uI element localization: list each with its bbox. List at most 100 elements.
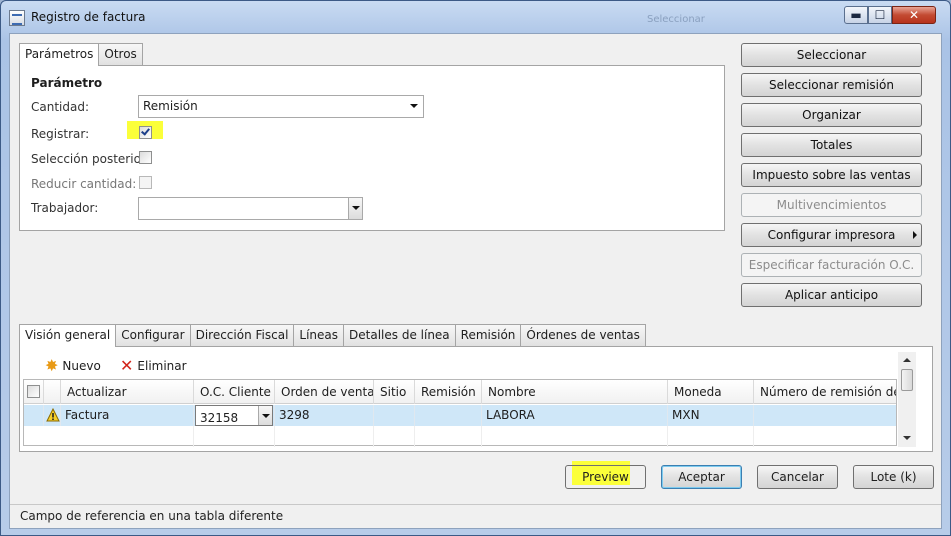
chevron-down-icon bbox=[410, 104, 418, 108]
column-header-numero-remision[interactable]: Número de remisión del c bbox=[754, 380, 896, 404]
maximize-button[interactable]: ☐ bbox=[868, 6, 892, 24]
seleccion-posterior-checkbox[interactable] bbox=[139, 151, 152, 164]
select-all-checkbox[interactable] bbox=[27, 385, 40, 398]
grid-vertical-scrollbar[interactable] bbox=[898, 352, 916, 447]
cantidad-value: Remisión bbox=[143, 99, 198, 113]
column-header-sitio[interactable]: Sitio bbox=[374, 380, 415, 404]
new-button[interactable]: ✸ Nuevo bbox=[45, 358, 101, 374]
warning-icon bbox=[44, 405, 61, 426]
impuesto-ventas-button[interactable]: Impuesto sobre las ventas bbox=[741, 163, 922, 187]
dialog-client-area: Parámetros Otros Parámetro Cantidad: Rem… bbox=[9, 33, 942, 529]
empty-cell bbox=[374, 426, 415, 447]
scroll-up-icon[interactable] bbox=[903, 358, 911, 362]
status-bar: Campo de referencia en una tabla diferen… bbox=[10, 504, 941, 528]
seleccionar-remision-button[interactable]: Seleccionar remisión bbox=[741, 73, 922, 97]
configurar-impresora-button[interactable]: Configurar impresora bbox=[741, 223, 922, 247]
table-row[interactable]: Factura 32158 3298 LABORA MXN bbox=[24, 405, 896, 426]
close-icon: ✕ bbox=[908, 8, 920, 22]
tab-vision-general[interactable]: Visión general bbox=[19, 324, 117, 347]
scroll-thumb[interactable] bbox=[901, 369, 913, 391]
column-header-nombre[interactable]: Nombre bbox=[482, 380, 668, 404]
cell-orden-venta[interactable]: 3298 bbox=[275, 405, 374, 426]
cell-numero-remision[interactable] bbox=[754, 405, 896, 426]
trabajador-select[interactable] bbox=[138, 197, 363, 220]
cancel-button[interactable]: Cancelar bbox=[757, 465, 838, 489]
tab-remision[interactable]: Remisión bbox=[454, 324, 522, 346]
background-title-text: Seleccionar bbox=[647, 14, 705, 25]
scroll-down-icon[interactable] bbox=[903, 436, 911, 440]
parameter-heading: Parámetro bbox=[31, 76, 103, 90]
dropdown-arrow-icon[interactable] bbox=[258, 406, 272, 425]
empty-cell bbox=[482, 426, 668, 447]
close-button[interactable]: ✕ bbox=[892, 6, 936, 24]
minimize-icon: ▬ bbox=[850, 8, 862, 22]
aplicar-anticipo-button[interactable]: Aplicar anticipo bbox=[741, 283, 922, 307]
oc-cliente-value: 32158 bbox=[200, 411, 239, 425]
cantidad-select[interactable]: Remisión bbox=[138, 95, 424, 118]
column-header-oc-cliente[interactable]: O.C. Cliente bbox=[194, 380, 275, 404]
empty-cell bbox=[61, 426, 194, 447]
tab-ordenes-ventas[interactable]: Órdenes de ventas bbox=[520, 324, 646, 346]
column-header-remision[interactable]: Remisión bbox=[415, 380, 482, 404]
window-title: Registro de factura bbox=[31, 10, 146, 24]
totales-button[interactable]: Totales bbox=[741, 133, 922, 157]
cell-sitio[interactable] bbox=[374, 405, 415, 426]
cantidad-label: Cantidad: bbox=[31, 100, 90, 114]
cell-remision[interactable] bbox=[415, 405, 482, 426]
delete-x-icon: ✕ bbox=[120, 356, 134, 375]
new-label: Nuevo bbox=[62, 359, 101, 373]
configurar-impresora-label: Configurar impresora bbox=[767, 228, 896, 242]
cell-nombre[interactable]: LABORA bbox=[482, 405, 668, 426]
accept-button[interactable]: Aceptar bbox=[661, 465, 742, 489]
column-header-orden-venta[interactable]: Orden de venta bbox=[275, 380, 374, 404]
select-all-column bbox=[24, 380, 44, 404]
invoice-grid: Actualizar O.C. Cliente Orden de venta S… bbox=[23, 379, 897, 447]
invoice-posting-window: Registro de factura Seleccionar ▬ ☐ ✕ Pa… bbox=[0, 0, 951, 536]
tab-detalles-linea[interactable]: Detalles de línea bbox=[343, 324, 456, 346]
empty-row bbox=[24, 426, 896, 447]
submenu-arrow-icon bbox=[913, 231, 917, 239]
warning-triangle-icon bbox=[46, 407, 60, 422]
row-select-cell[interactable] bbox=[24, 405, 44, 426]
preview-button[interactable]: Preview bbox=[565, 465, 646, 489]
parameters-panel: Parámetro Cantidad: Remisión Registrar: … bbox=[19, 65, 725, 231]
reducir-cantidad-label: Reducir cantidad: bbox=[31, 177, 137, 191]
lower-tabstrip: Visión general Configurar Dirección Fisc… bbox=[19, 324, 646, 347]
sun-new-icon: ✸ bbox=[45, 356, 59, 375]
column-header-actualizar[interactable]: Actualizar bbox=[61, 380, 194, 404]
dropdown-arrow-icon[interactable] bbox=[348, 198, 362, 219]
tab-direccion-fiscal[interactable]: Dirección Fiscal bbox=[189, 324, 295, 346]
seleccionar-button[interactable]: Seleccionar bbox=[741, 43, 922, 67]
cell-actualizar[interactable]: Factura bbox=[61, 405, 194, 426]
checkmark-icon bbox=[141, 126, 150, 136]
title-bar[interactable]: Registro de factura Seleccionar ▬ ☐ ✕ bbox=[1, 1, 950, 33]
tab-lineas[interactable]: Líneas bbox=[293, 324, 345, 346]
empty-cell bbox=[415, 426, 482, 447]
batch-button[interactable]: Lote (k) bbox=[853, 465, 934, 489]
tab-configurar[interactable]: Configurar bbox=[115, 324, 191, 346]
column-header-moneda[interactable]: Moneda bbox=[668, 380, 754, 404]
trabajador-label: Trabajador: bbox=[31, 201, 99, 215]
tab-otros[interactable]: Otros bbox=[98, 43, 143, 65]
cell-moneda[interactable]: MXN bbox=[668, 405, 754, 426]
registrar-checkbox[interactable] bbox=[139, 126, 152, 139]
tab-parametros[interactable]: Parámetros bbox=[19, 43, 100, 66]
warning-column-header bbox=[44, 380, 61, 404]
oc-cliente-select[interactable]: 32158 bbox=[195, 405, 273, 426]
empty-cell bbox=[194, 426, 275, 447]
maximize-icon: ☐ bbox=[874, 8, 886, 22]
empty-cell bbox=[275, 426, 374, 447]
delete-label: Eliminar bbox=[137, 359, 187, 373]
reducir-cantidad-checkbox bbox=[139, 176, 152, 189]
cell-oc-cliente[interactable]: 32158 bbox=[194, 405, 275, 426]
top-tabstrip: Parámetros Otros bbox=[19, 43, 143, 66]
empty-cell bbox=[668, 426, 754, 447]
multivencimientos-button: Multivencimientos bbox=[741, 193, 922, 217]
seleccion-posterior-label: Selección posterior: bbox=[31, 152, 150, 166]
grid-header: Actualizar O.C. Cliente Orden de venta S… bbox=[24, 380, 896, 404]
app-icon bbox=[9, 10, 25, 26]
minimize-button[interactable]: ▬ bbox=[844, 6, 868, 24]
delete-button[interactable]: ✕ Eliminar bbox=[120, 358, 187, 374]
organizar-button[interactable]: Organizar bbox=[741, 103, 922, 127]
registrar-label: Registrar: bbox=[31, 127, 90, 141]
